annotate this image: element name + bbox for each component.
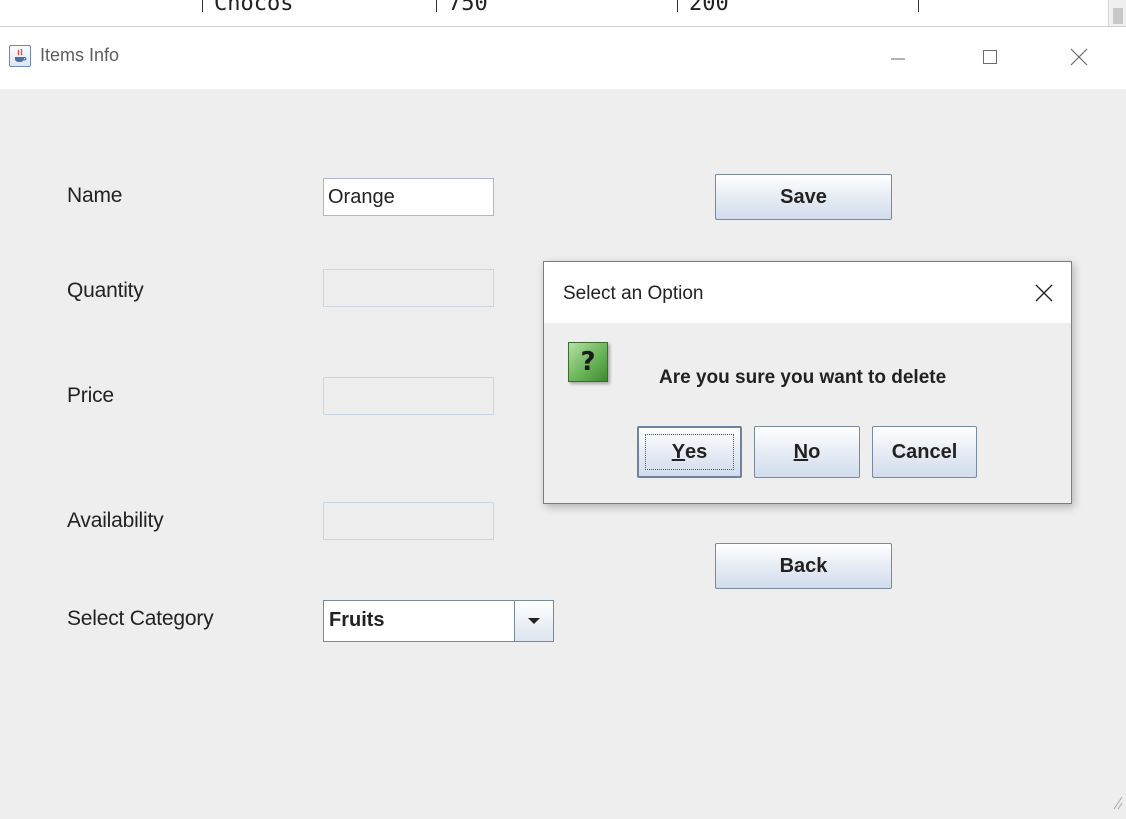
background-table-strip: Chocos 750 200: [0, 0, 1126, 26]
minimize-icon: [891, 58, 905, 60]
maximize-icon: [983, 50, 997, 64]
table-cell-quantity: 200: [689, 0, 729, 16]
category-selected-value: Fruits: [329, 609, 385, 631]
table-separator: [202, 0, 203, 12]
table-separator: [436, 0, 437, 12]
question-icon: ?: [568, 342, 608, 382]
resize-grip-icon[interactable]: [1112, 794, 1124, 815]
dialog-message: Are you sure you want to delete: [659, 367, 947, 388]
close-icon: [1070, 48, 1088, 66]
java-app-icon: [9, 45, 31, 67]
dialog-titlebar[interactable]: Select an Option: [544, 262, 1071, 323]
category-select[interactable]: Fruits: [323, 600, 554, 642]
no-label-rest: o: [808, 440, 821, 463]
dialog-title: Select an Option: [563, 283, 704, 304]
name-input[interactable]: [323, 178, 494, 216]
window-title: Items Info: [40, 45, 120, 65]
minimize-button[interactable]: [875, 37, 921, 77]
maximize-button[interactable]: [967, 37, 1013, 77]
yes-button[interactable]: Yes: [637, 426, 742, 478]
select-category-label: Select Category: [67, 607, 214, 630]
yes-label-rest: es: [685, 440, 708, 463]
yes-mnemonic: Y: [671, 440, 686, 463]
close-button[interactable]: [1056, 37, 1102, 77]
table-cell-price: 750: [448, 0, 488, 16]
save-button[interactable]: Save: [715, 174, 892, 220]
cancel-button[interactable]: Cancel: [872, 426, 977, 478]
caret-down-icon: [528, 618, 540, 624]
quantity-label: Quantity: [67, 279, 144, 302]
table-separator: [677, 0, 678, 12]
quantity-input[interactable]: [323, 269, 494, 307]
back-button[interactable]: Back: [715, 543, 892, 589]
category-dropdown-button[interactable]: [514, 601, 553, 641]
close-icon: [1035, 284, 1053, 302]
dialog-close-button[interactable]: [1027, 276, 1061, 310]
window-titlebar[interactable]: Items Info: [0, 27, 1126, 89]
no-mnemonic: N: [793, 440, 809, 463]
table-separator: [918, 0, 919, 12]
confirm-delete-dialog: Select an Option ? Are you sure you want…: [543, 261, 1072, 504]
name-label: Name: [67, 184, 123, 207]
availability-label: Availability: [67, 509, 164, 532]
price-label: Price: [67, 384, 114, 407]
no-button[interactable]: No: [754, 426, 860, 478]
availability-input[interactable]: [323, 502, 494, 540]
table-cell-name: Chocos: [214, 0, 294, 16]
price-input[interactable]: [323, 377, 494, 415]
background-scrollbar[interactable]: [1108, 0, 1126, 26]
scrollbar-thumb[interactable]: [1113, 8, 1123, 24]
